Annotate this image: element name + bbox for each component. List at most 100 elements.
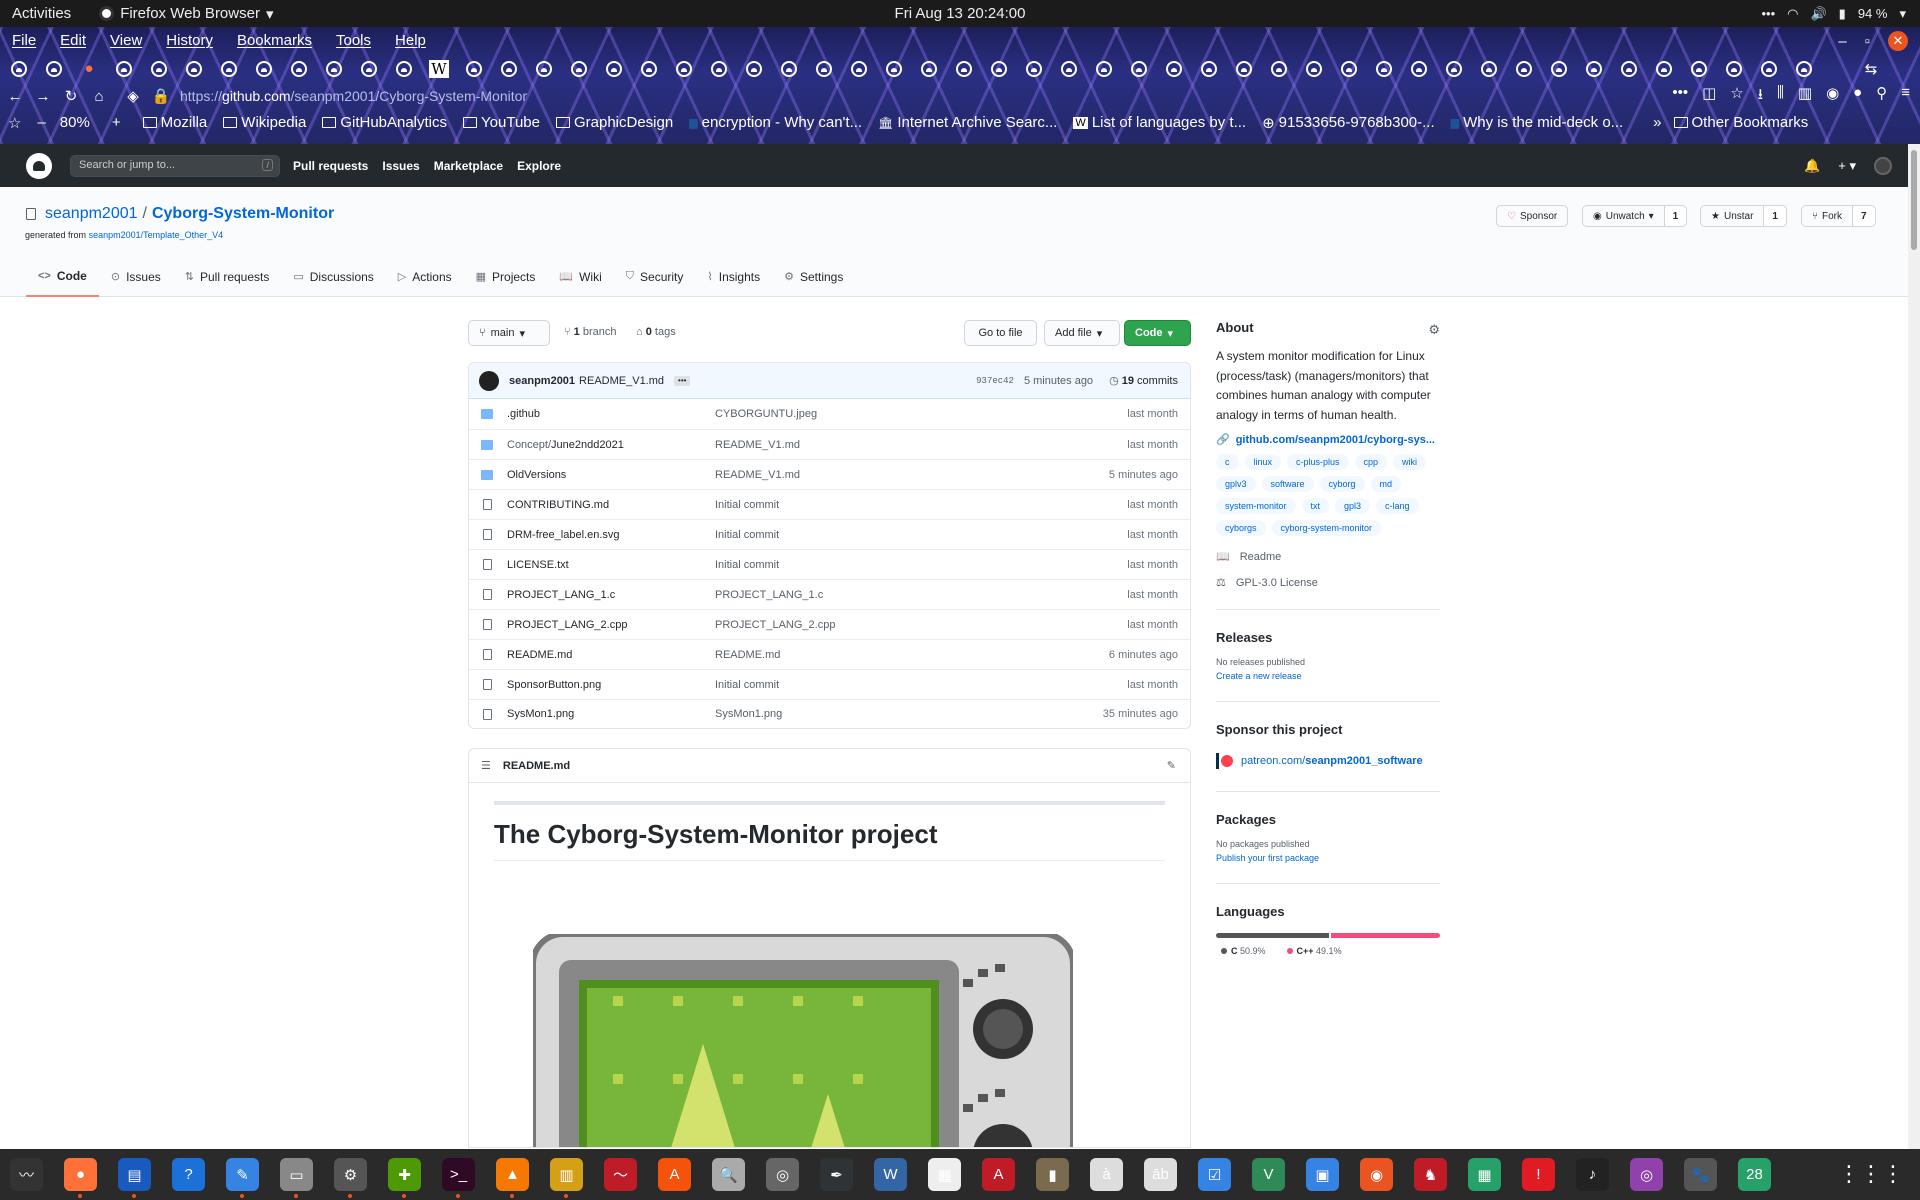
bookmark-item[interactable]: GitHubAnalytics — [322, 114, 447, 131]
github-logo-icon[interactable] — [26, 152, 52, 179]
bookmark-item[interactable]: ▆ Why is the mid-deck o... — [1451, 114, 1624, 131]
commits-link[interactable]: ◷ 19 commits — [1109, 374, 1178, 387]
file-commit-message[interactable]: SysMon1.png — [715, 708, 782, 720]
topic-tag[interactable]: system-monitor — [1216, 498, 1296, 514]
browser-tab[interactable] — [813, 58, 835, 80]
browser-tab[interactable] — [778, 58, 800, 80]
patreon-link[interactable]: patreon.com/seanpm2001_software — [1216, 753, 1440, 769]
avatar[interactable] — [1874, 156, 1892, 175]
tags-link[interactable]: ⌂ 0 tags — [636, 326, 676, 338]
topic-tag[interactable]: gplv3 — [1216, 476, 1256, 492]
file-name[interactable]: .github — [507, 408, 715, 420]
file-commit-message[interactable]: PROJECT_LANG_1.c — [715, 589, 823, 601]
browser-tab[interactable] — [1058, 58, 1080, 80]
ubuntu-icon[interactable]: ◉ — [1360, 1158, 1393, 1191]
topic-tag[interactable]: cyborgs — [1216, 520, 1266, 536]
url-bar[interactable]: https://github.com/seanpm2001/Cyborg-Sys… — [180, 88, 527, 104]
file-name[interactable]: README.md — [507, 649, 715, 661]
topic-tag[interactable]: software — [1261, 476, 1314, 492]
browser-tab[interactable] — [1723, 58, 1745, 80]
archive-manager-icon[interactable]: ▥ — [550, 1158, 583, 1198]
nav-explore[interactable]: Explore — [517, 159, 561, 173]
repo-owner-link[interactable]: seanpm2001 — [45, 205, 138, 223]
tasks-icon[interactable]: ☑ — [1198, 1158, 1231, 1191]
file-commit-message[interactable]: Initial commit — [715, 499, 779, 511]
file-name[interactable]: DRM-free_label.en.svg — [507, 529, 715, 541]
browser-tab[interactable] — [953, 58, 975, 80]
shield-icon[interactable]: ◈ — [120, 87, 146, 105]
browser-tab[interactable] — [1268, 58, 1290, 80]
file-commit-message[interactable]: Initial commit — [715, 529, 779, 541]
file-commit-message[interactable]: PROJECT_LANG_2.cpp — [715, 619, 835, 631]
bookmark-item[interactable]: YouTube — [463, 114, 540, 131]
topic-tag[interactable]: txt — [1301, 498, 1330, 514]
topic-tag[interactable]: gpl3 — [1335, 498, 1371, 514]
browser-tab[interactable] — [1443, 58, 1465, 80]
file-commit-message[interactable]: README.md — [715, 649, 780, 661]
topic-tag[interactable]: cpp — [1354, 454, 1388, 470]
alert-icon[interactable]: ! — [1522, 1158, 1555, 1191]
menu-bookmarks[interactable]: Bookmarks — [237, 32, 312, 49]
pocket-icon[interactable]: ◫ — [1702, 84, 1716, 109]
bookmarks-overflow-icon[interactable]: » — [1653, 114, 1661, 131]
browser-tab[interactable] — [1023, 58, 1045, 80]
screenshot-icon[interactable]: ◎ — [1630, 1158, 1663, 1191]
tab-projects[interactable]: ▦ Projects — [464, 266, 548, 297]
file-commit-message[interactable]: Initial commit — [715, 679, 779, 691]
create-new-plus-icon[interactable]: + ▾ — [1838, 158, 1856, 174]
menu-help[interactable]: Help — [395, 32, 426, 49]
calendar-icon[interactable]: 28 — [1738, 1158, 1771, 1191]
minimize-icon[interactable]: – — [1838, 33, 1846, 50]
gimp-icon[interactable]: 🐾 — [1684, 1158, 1717, 1191]
browser-tab[interactable] — [603, 58, 625, 80]
browser-tab[interactable] — [883, 58, 905, 80]
browser-tab[interactable] — [988, 58, 1010, 80]
library-icon[interactable]: ⫼ — [1777, 84, 1784, 109]
go-to-file-button[interactable]: Go to file — [964, 320, 1037, 346]
edit-pencil-icon[interactable]: ✎ — [1167, 759, 1176, 772]
clock[interactable]: Fri Aug 13 20:24:00 — [895, 5, 1026, 22]
file-commit-message[interactable]: CYBORGUNTU.jpeg — [715, 408, 817, 420]
app-menu[interactable]: Firefox Web Browser ▾ — [99, 5, 273, 23]
browser-tab[interactable] — [43, 58, 65, 80]
topic-tag[interactable]: linux — [1244, 454, 1282, 470]
create-release-link[interactable]: Create a new release — [1216, 671, 1440, 681]
topic-tag[interactable]: c-plus-plus — [1287, 454, 1349, 470]
software-center-icon[interactable]: A — [658, 1158, 691, 1191]
topic-tag[interactable]: wiki — [1393, 454, 1427, 470]
file-name[interactable]: SponsorButton.png — [507, 679, 715, 691]
browser-tab[interactable] — [1653, 58, 1675, 80]
bookmark-item[interactable]: Wikipedia — [223, 114, 306, 131]
file-row[interactable]: OldVersions README_V1.md 5 minutes ago — [469, 459, 1190, 489]
nav-issues[interactable]: Issues — [382, 159, 419, 173]
file-name[interactable]: LICENSE.txt — [507, 559, 715, 571]
browser-tab[interactable] — [1548, 58, 1570, 80]
browser-tab[interactable] — [1233, 58, 1255, 80]
commit-message[interactable]: README_V1.md — [579, 375, 664, 387]
page-actions-icon[interactable]: ••• — [1672, 84, 1688, 109]
tab-issues[interactable]: ⊙ Issues — [99, 266, 173, 297]
commit-expand-button[interactable]: ••• — [674, 375, 691, 386]
pdf-icon[interactable]: A — [982, 1158, 1015, 1191]
file-name[interactable]: SysMon1.png — [507, 708, 715, 720]
browser-tab[interactable] — [323, 58, 345, 80]
fork-button[interactable]: ⑂ Fork 7 — [1801, 205, 1876, 227]
activities-button[interactable]: Activities — [12, 5, 71, 22]
star-count[interactable]: 1 — [1763, 206, 1786, 226]
file-row[interactable]: .github CYBORGUNTU.jpeg last month — [469, 399, 1190, 429]
tab-settings[interactable]: ⚙ Settings — [772, 266, 855, 297]
vlc-icon[interactable]: ▲ — [496, 1158, 529, 1198]
browser-tab[interactable] — [148, 58, 170, 80]
topic-tag[interactable]: cyborg-system-monitor — [1271, 520, 1382, 536]
home-icon[interactable]: ⌂ — [86, 88, 112, 105]
nav-pull-requests[interactable]: Pull requests — [293, 159, 368, 173]
tab-actions[interactable]: ▷ Actions — [386, 266, 464, 297]
file-row[interactable]: PROJECT_LANG_2.cpp PROJECT_LANG_2.cpp last… — [469, 609, 1190, 639]
tab-code[interactable]: <> Code — [26, 266, 99, 297]
zoom-out-icon[interactable]: – — [37, 114, 45, 131]
character-map-icon[interactable]: à — [1090, 1158, 1123, 1191]
browser-tab[interactable]: ● — [78, 58, 100, 80]
template-link[interactable]: seanpm2001/Template_Other_V4 — [89, 230, 224, 240]
gear-icon[interactable]: ⚙ — [1428, 322, 1440, 338]
nav-marketplace[interactable]: Marketplace — [434, 159, 503, 173]
